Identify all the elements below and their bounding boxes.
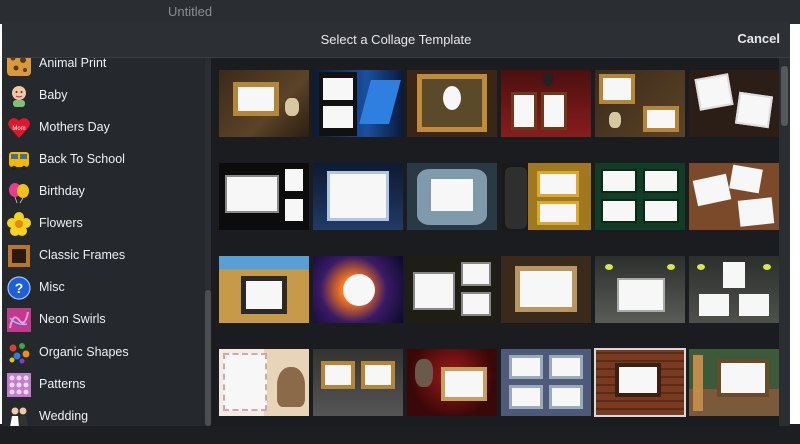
template-grid [211,58,779,426]
school-bus-icon [9,152,29,171]
category-wedding[interactable]: Wedding [2,401,205,426]
category-animal-print[interactable]: Animal Print [2,58,205,80]
cancel-button[interactable]: Cancel [737,31,780,46]
category-neon-swirls[interactable]: Neon Swirls [2,304,205,336]
category-label: Baby [39,88,68,102]
template-thumbnail[interactable] [501,163,591,230]
category-label: Mothers Day [39,120,110,134]
category-misc[interactable]: ? Misc [2,272,205,304]
dialog-header: Select a Collage Template Cancel [2,22,790,58]
category-mothers-day[interactable]: Mom Mothers Day [2,112,205,144]
wedding-couple-icon [10,407,28,426]
template-thumbnail[interactable] [501,349,591,416]
template-thumbnail[interactable] [595,70,685,137]
neon-swirl-icon [7,308,31,332]
template-thumbnail[interactable] [407,256,497,323]
svg-text:Mom: Mom [12,126,25,132]
category-organic-shapes[interactable]: Organic Shapes [2,337,205,369]
template-grid-scrollbar[interactable] [779,58,790,426]
leopard-print-icon [7,58,31,76]
template-thumbnail[interactable] [689,70,779,137]
template-thumbnail[interactable] [313,163,403,230]
question-mark-icon: ? [7,276,31,300]
category-label: Birthday [39,184,85,198]
category-label: Misc [39,280,65,294]
category-label: Neon Swirls [39,312,106,326]
frame-icon [8,245,30,267]
flower-icon [7,212,31,236]
dialog-title: Select a Collage Template [320,32,472,47]
organic-shapes-icon [9,343,30,364]
balloons-icon [9,183,29,204]
category-flowers[interactable]: Flowers [2,208,205,240]
category-back-to-school[interactable]: Back To School [2,144,205,176]
template-thumbnail[interactable] [407,70,497,137]
template-thumbnail[interactable] [501,70,591,137]
category-label: Organic Shapes [39,345,129,359]
background-footer [0,424,800,444]
template-thumbnail[interactable] [313,70,403,137]
background-toolbar: Untitled [0,0,800,24]
pattern-icon [7,373,31,397]
template-thumbnail[interactable] [313,349,403,416]
category-birthday[interactable]: Birthday [2,176,205,208]
template-thumbnail[interactable] [313,256,403,323]
template-thumbnail[interactable] [689,163,779,230]
template-thumbnail[interactable] [219,163,309,230]
category-classic-frames[interactable]: Classic Frames [2,240,205,272]
category-baby[interactable]: Baby [2,80,205,112]
template-grid-scrollbar-thumb[interactable] [781,66,788,126]
category-label: Animal Print [39,58,107,70]
category-sidebar: Animal Print Baby Mom Mothers Day Back T… [2,58,208,426]
template-thumbnail[interactable] [595,256,685,323]
template-thumbnail[interactable] [407,349,497,416]
category-label: Back To School [39,152,125,166]
template-thumbnail[interactable] [219,70,309,137]
template-thumbnail[interactable] [219,256,309,323]
category-label: Wedding [39,409,89,423]
template-thumbnail[interactable] [501,256,591,323]
template-thumbnail-selected[interactable] [594,348,686,417]
template-thumbnail[interactable] [219,349,309,416]
template-thumbnail[interactable] [595,163,685,230]
collage-template-dialog: Select a Collage Template Cancel Animal … [2,22,790,426]
background-document-title: Untitled [168,4,213,19]
template-thumbnail[interactable] [689,349,779,416]
category-label: Flowers [39,216,83,230]
category-patterns[interactable]: Patterns [2,369,205,401]
template-thumbnail[interactable] [689,256,779,323]
mom-heart-icon: Mom [8,118,30,138]
template-thumbnail[interactable] [407,163,497,230]
baby-icon [12,86,26,107]
category-label: Patterns [39,377,86,391]
svg-text:?: ? [15,280,24,296]
category-label: Classic Frames [39,248,126,262]
